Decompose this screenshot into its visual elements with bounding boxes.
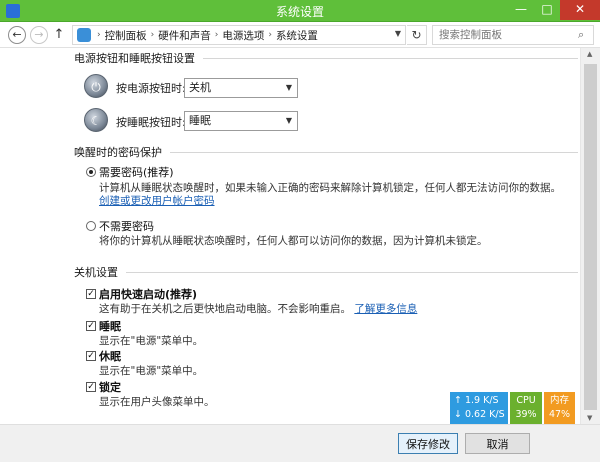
- window-controls: — □ ✕: [508, 0, 600, 20]
- hibernate-menu-desc: 显示在"电源"菜单中。: [99, 365, 204, 377]
- chevron-down-icon: ▼: [285, 83, 292, 92]
- search-icon[interactable]: ⌕: [578, 28, 584, 42]
- no-password-label: 不需要密码: [99, 220, 154, 233]
- breadcrumb-separator: ›: [214, 30, 219, 40]
- sleep-menu-desc: 显示在"电源"菜单中。: [99, 335, 204, 347]
- settings-content: 电源按钮和睡眠按钮设置 ⏻ 按电源按钮时: 关机 ▼ ☾ 按睡眠按钮时: 睡眠 …: [0, 48, 580, 424]
- sleep-menu-checkbox[interactable]: ✓: [86, 321, 96, 331]
- close-button[interactable]: ✕: [560, 0, 600, 20]
- breadcrumb-item-power-options[interactable]: 电源选项: [222, 28, 264, 43]
- title-bar: 系统设置 — □ ✕: [0, 0, 600, 22]
- up-button[interactable]: ↑: [52, 27, 66, 43]
- scroll-up-icon[interactable]: ▲: [587, 50, 592, 58]
- chevron-down-icon[interactable]: ▼: [395, 29, 401, 38]
- cpu-panel: CPU 39%: [510, 392, 542, 424]
- cpu-label: CPU: [516, 395, 536, 406]
- fast-startup-label: 启用快速启动(推荐): [99, 288, 198, 301]
- hibernate-menu-label: 休眠: [99, 350, 121, 363]
- refresh-button[interactable]: ↻: [407, 25, 427, 45]
- sleep-button-label: 按睡眠按钮时:: [116, 116, 186, 129]
- breadcrumb[interactable]: › 控制面板 › 硬件和声音 › 电源选项 › 系统设置 ▼: [72, 25, 406, 45]
- network-speed-panel: ↑ 1.9 K/S ↓ 0.62 K/S: [450, 392, 508, 424]
- lock-menu-label: 锁定: [99, 381, 121, 394]
- search-input[interactable]: [432, 25, 594, 45]
- section-title-shutdown: 关机设置: [74, 264, 126, 280]
- no-password-desc: 将你的计算机从睡眠状态唤醒时，任何人都可以访问你的数据，因为计算机未锁定。: [99, 235, 488, 247]
- power-button-select[interactable]: 关机 ▼: [184, 78, 298, 98]
- minimize-button[interactable]: —: [508, 0, 534, 20]
- power-button-value: 关机: [189, 81, 211, 94]
- no-password-radio[interactable]: [86, 221, 96, 231]
- lock-menu-desc: 显示在用户头像菜单中。: [99, 396, 215, 408]
- sleep-button-value: 睡眠: [189, 114, 211, 127]
- require-password-radio[interactable]: [86, 167, 96, 177]
- require-password-label: 需要密码(推荐): [99, 166, 174, 179]
- hibernate-menu-checkbox[interactable]: ✓: [86, 351, 96, 361]
- upload-speed: ↑ 1.9 K/S: [454, 395, 499, 406]
- power-icon: ⏻: [84, 74, 108, 98]
- sleep-button-select[interactable]: 睡眠 ▼: [184, 111, 298, 131]
- lock-menu-checkbox[interactable]: ✓: [86, 382, 96, 392]
- cpu-value: 39%: [515, 409, 537, 420]
- scroll-thumb[interactable]: [584, 64, 597, 410]
- forward-button[interactable]: →: [30, 26, 48, 44]
- breadcrumb-separator: ›: [97, 30, 101, 40]
- control-panel-icon: [77, 28, 91, 42]
- breadcrumb-separator: ›: [268, 30, 272, 40]
- address-bar: ← → ↑ › 控制面板 › 硬件和声音 › 电源选项 › 系统设置 ▼ ↻ ⌕: [0, 22, 600, 48]
- fast-startup-desc: 这有助于在关机之后更快地启动电脑。不会影响重启。 了解更多信息: [99, 301, 417, 316]
- chevron-down-icon: ▼: [285, 116, 292, 125]
- section-divider: [74, 272, 578, 273]
- section-title-wake-password: 唤醒时的密码保护: [74, 144, 170, 160]
- maximize-button[interactable]: □: [534, 0, 560, 20]
- create-password-link[interactable]: 创建或更改用户帐户密码: [99, 193, 215, 208]
- power-button-label: 按电源按钮时:: [116, 82, 186, 95]
- breadcrumb-item-hardware-sound[interactable]: 硬件和声音: [158, 28, 211, 43]
- breadcrumb-item-system-settings[interactable]: 系统设置: [276, 28, 318, 43]
- save-changes-button[interactable]: 保存修改: [398, 433, 458, 454]
- section-title-power-buttons: 电源按钮和睡眠按钮设置: [74, 50, 203, 66]
- memory-panel: 内存 47%: [544, 392, 575, 424]
- system-monitor-widget[interactable]: ↑ 1.9 K/S ↓ 0.62 K/S CPU 39% 内存 47%: [450, 392, 575, 424]
- vertical-scrollbar[interactable]: ▲ ▼: [580, 48, 600, 424]
- back-button[interactable]: ←: [8, 26, 26, 44]
- breadcrumb-separator: ›: [150, 30, 155, 40]
- fast-startup-checkbox[interactable]: ✓: [86, 289, 96, 299]
- scroll-down-icon[interactable]: ▼: [587, 414, 592, 422]
- sleep-menu-label: 睡眠: [99, 320, 121, 333]
- learn-more-link[interactable]: 了解更多信息: [354, 303, 417, 315]
- memory-label: 内存: [549, 395, 569, 406]
- download-speed: ↓ 0.62 K/S: [454, 409, 505, 420]
- memory-value: 47%: [548, 409, 571, 420]
- dialog-footer: 保存修改 取消: [0, 424, 600, 462]
- breadcrumb-item-control-panel[interactable]: 控制面板: [105, 28, 147, 43]
- fast-startup-desc-text: 这有助于在关机之后更快地启动电脑。不会影响重启。: [99, 303, 351, 315]
- sleep-icon: ☾: [84, 108, 108, 132]
- cancel-button[interactable]: 取消: [465, 433, 530, 454]
